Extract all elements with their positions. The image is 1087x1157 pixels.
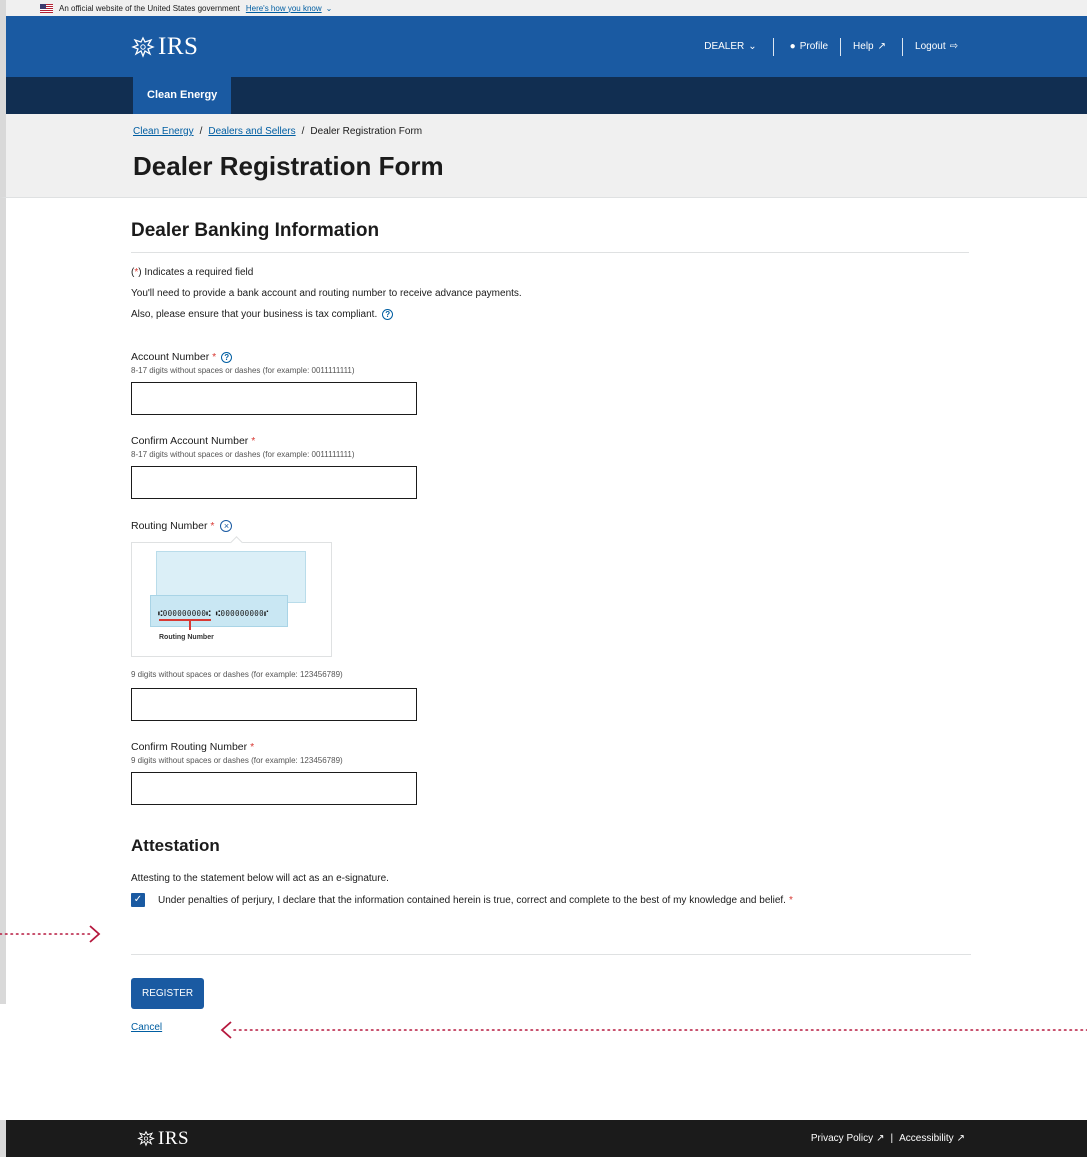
help-icon[interactable]: ? <box>221 351 233 363</box>
banking-section-title: Dealer Banking Information <box>131 220 969 253</box>
logout-icon: ⇨ <box>949 41 958 52</box>
profile-link[interactable]: ● Profile <box>774 41 840 52</box>
header: IRS DEALER ⌄ ● Profile Help ↗ Logout ⇨ <box>0 16 1087 77</box>
tax-compliance-note: Also, please ensure that your business i… <box>131 309 1087 321</box>
attestation-checkbox[interactable]: ✓ <box>131 893 145 908</box>
attestation-row: ✓ Under penalties of perjury, I declare … <box>131 893 1087 908</box>
attestation-note: Attesting to the statement below will ac… <box>131 873 389 885</box>
footer: IRS Privacy Policy ↗ | Accessibility ↗ <box>0 1120 1087 1157</box>
nav-divider <box>840 37 842 56</box>
banking-info-text: You'll need to provide a bank account an… <box>131 288 522 299</box>
gov-banner: An official website of the United States… <box>0 0 1087 16</box>
required-asterisk: * <box>250 741 255 754</box>
external-link-icon: ↗ <box>876 1133 885 1144</box>
register-button[interactable]: REGISTER <box>131 978 205 1010</box>
nav-tab-clean-energy[interactable]: Clean Energy <box>133 77 232 114</box>
nav-divider <box>772 37 774 56</box>
required-asterisk: * <box>210 520 215 533</box>
nav-divider <box>902 37 904 56</box>
logout-link[interactable]: Logout ⇨ <box>903 41 962 52</box>
accessibility-link[interactable]: Accessibility <box>899 1133 953 1144</box>
confirm-account-number-label: Confirm Account Number * <box>131 435 256 448</box>
breadcrumb-current: Dealer Registration Form <box>310 126 423 137</box>
close-icon[interactable]: × <box>220 520 233 533</box>
external-link-icon: ↗ <box>877 41 887 52</box>
account-number-input[interactable] <box>131 382 417 416</box>
required-asterisk: * <box>788 894 793 906</box>
breadcrumb: Clean Energy / Dealers and Sellers / Dealer … <box>133 126 423 137</box>
gov-banner-link[interactable]: Here's how you know <box>246 4 322 13</box>
routing-number-example-image: ⑆000000000⑆ ⑆000000000⑈ Routing Number <box>131 536 332 658</box>
routing-number-input[interactable] <box>131 688 417 722</box>
account-number-label: Account Number *? <box>131 351 1087 363</box>
irs-logo[interactable]: IRS <box>131 33 198 61</box>
primary-nav: Clean Energy <box>0 77 1087 114</box>
required-asterisk: * <box>212 351 217 364</box>
form-divider <box>131 954 971 956</box>
attestation-statement[interactable]: Under penalties of perjury, I declare th… <box>158 895 786 906</box>
eagle-icon <box>137 1130 155 1147</box>
page-title: Dealer Registration Form <box>133 151 444 181</box>
irs-logo-text: IRS <box>158 32 199 60</box>
routing-pointer <box>189 621 191 631</box>
required-note-text: ) Indicates a required field <box>138 267 254 278</box>
chevron-down-icon[interactable]: ⌄ <box>326 4 333 13</box>
footer-logo-text: IRS <box>158 1127 190 1149</box>
privacy-policy-link[interactable]: Privacy Policy <box>811 1133 873 1144</box>
utility-nav: DEALER ⌄ ● Profile Help ↗ Logout ⇨ <box>692 37 962 56</box>
footer-separator: | <box>890 1133 894 1144</box>
routing-highlight <box>159 619 211 622</box>
help-label: Help <box>853 41 874 52</box>
breadcrumb-dealers-and-sellers[interactable]: Dealers and Sellers <box>208 126 295 137</box>
attestation-section-title: Attestation <box>131 836 220 856</box>
main-content: Dealer Banking Information (*) Indicates… <box>0 198 1087 1033</box>
check-micr-line: ⑆000000000⑆ ⑆000000000⑈ <box>158 609 269 619</box>
routing-number-hint: 9 digits without spaces or dashes (for e… <box>131 670 343 680</box>
help-link[interactable]: Help ↗ <box>841 41 902 52</box>
routing-number-label: Routing Number * × <box>131 520 1087 533</box>
confirm-account-number-input[interactable] <box>131 466 417 500</box>
dealer-menu[interactable]: DEALER ⌄ <box>692 41 772 52</box>
required-asterisk: * <box>251 435 256 448</box>
confirm-routing-number-input[interactable] <box>131 772 417 806</box>
annotation-arrow-left <box>220 1021 1087 1039</box>
logout-label: Logout <box>915 41 946 52</box>
help-icon[interactable]: ? <box>382 309 394 320</box>
footer-irs-logo[interactable]: IRS <box>137 1128 189 1150</box>
dealer-menu-label: DEALER <box>704 41 745 52</box>
page-header: Clean Energy / Dealers and Sellers / Dealer … <box>0 114 1087 198</box>
account-number-hint: 8-17 digits without spaces or dashes (fo… <box>131 366 355 376</box>
confirm-routing-number-label: Confirm Routing Number * <box>131 741 255 754</box>
user-icon: ● <box>789 41 796 52</box>
annotation-arrow-right <box>0 925 101 943</box>
gov-banner-text: An official website of the United States… <box>59 3 240 13</box>
confirm-routing-number-hint: 9 digits without spaces or dashes (for e… <box>131 756 343 766</box>
chevron-down-icon: ⌄ <box>748 41 757 52</box>
routing-number-caption: Routing Number <box>159 634 214 642</box>
page: An official website of the United States… <box>0 0 1087 1157</box>
eagle-icon <box>131 36 155 58</box>
required-note: (*) Indicates a required field <box>131 267 254 278</box>
footer-links: Privacy Policy ↗ | Accessibility ↗ <box>811 1133 965 1144</box>
profile-label: Profile <box>799 41 829 52</box>
us-flag-icon <box>40 3 53 13</box>
breadcrumb-clean-energy[interactable]: Clean Energy <box>133 126 194 137</box>
external-link-icon: ↗ <box>956 1133 965 1144</box>
confirm-account-number-hint: 8-17 digits without spaces or dashes (fo… <box>131 450 355 460</box>
